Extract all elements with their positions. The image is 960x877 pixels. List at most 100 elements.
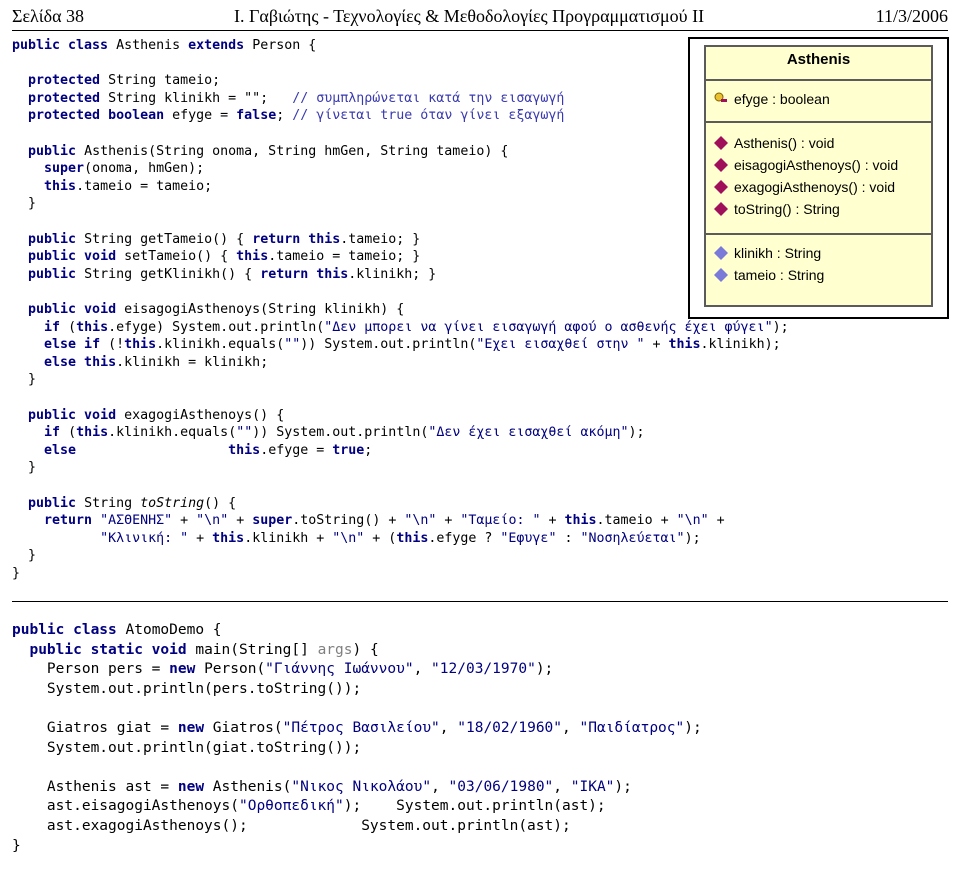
code-line: else this.klinikh = klinikh; xyxy=(12,355,268,373)
code-token: System.out.println(giat.toString()); xyxy=(12,739,362,756)
code-token: new xyxy=(169,661,205,678)
code-token: "Γιάννης Ιωάννου" xyxy=(265,661,414,678)
code-token: (! xyxy=(108,337,125,353)
code-line: else if (!this.klinikh.equals("")) Syste… xyxy=(12,337,781,355)
code-token: + xyxy=(708,513,725,529)
code-token: .klinikh; } xyxy=(348,266,437,282)
code-token: + xyxy=(188,530,213,546)
code-token: ); xyxy=(684,720,702,736)
code-token: Person { xyxy=(252,38,317,53)
code-token: ); System.out.println(ast); xyxy=(343,798,606,815)
code-token: AtomoDemo { xyxy=(125,622,222,638)
code-line: Asthenis ast = new Asthenis("Νικος Νικολ… xyxy=(12,779,632,797)
code-token: new xyxy=(177,720,213,736)
code-token: "ΙΚΑ" xyxy=(570,778,615,795)
code-token: ); xyxy=(535,661,554,678)
code-line: } xyxy=(12,460,36,478)
code-line: protected boolean efyge = false; // γίνε… xyxy=(12,108,564,126)
code-token: + xyxy=(540,513,565,529)
code-token: Asthenis( xyxy=(212,778,292,795)
code-line: protected String tameio; xyxy=(12,73,220,91)
code-token: "Εχει εισαχθεί στην " xyxy=(476,337,645,353)
code-token: .klinikh.equals( xyxy=(156,337,285,353)
code-token: return this xyxy=(252,231,341,247)
uml-attr-label: tameio : String xyxy=(734,267,825,283)
code-token: Asthenis xyxy=(116,38,189,53)
code-line: ast.exagogiAsthenoys(); System.out.print… xyxy=(12,818,571,836)
code-token: ( xyxy=(68,319,77,335)
code-token: ) { xyxy=(352,641,379,658)
code-line: System.out.println(pers.toString()); xyxy=(12,681,361,699)
code-line: public void setTameio() { this.tameio = … xyxy=(12,249,420,267)
code-line: } xyxy=(12,838,21,856)
code-token: else this xyxy=(44,354,117,370)
code-token: + xyxy=(228,513,253,529)
code-token: public xyxy=(28,231,85,247)
code-token: .efyge ? xyxy=(428,530,501,546)
code-line: if (this.klinikh.equals("")) System.out.… xyxy=(12,425,645,443)
uml-method-tostring: toString() : String xyxy=(714,201,840,221)
code-token: public class xyxy=(12,622,126,638)
code-token: "" xyxy=(236,425,253,441)
code-token: "\n" xyxy=(196,513,229,529)
code-token: this xyxy=(76,319,109,335)
code-token: Person pers = xyxy=(12,661,170,678)
code-token: + ( xyxy=(364,530,397,546)
uml-attr-label: klinikh : String xyxy=(734,245,822,261)
code-line: ast.eisagogiAsthenoys("Ορθοπεδική"); Sys… xyxy=(12,798,606,816)
uml-attr-label: efyge : boolean xyxy=(734,91,830,107)
code-line: public String getTameio() { return this.… xyxy=(12,232,420,250)
code-line: protected String klinikh = ""; // συμπλη… xyxy=(12,91,564,109)
uml-class-name: Asthenis xyxy=(706,47,931,81)
code-line: return "ΑΣΘΕΝΗΣ" + "\n" + super.toString… xyxy=(12,513,725,531)
code-token: super xyxy=(44,161,85,177)
code-line: public void exagogiAsthenoys() { xyxy=(12,408,284,426)
code-line: } xyxy=(12,372,36,390)
code-line: Person pers = new Person("Γιάννης Ιωάννο… xyxy=(12,661,553,679)
code-token: .tameio = tameio; xyxy=(76,178,213,194)
code-token: "Δεν έχει εισαχθεί ακόμη" xyxy=(428,425,629,441)
code-token: ; xyxy=(276,108,293,124)
code-token: public void xyxy=(28,249,125,265)
code-line: public Asthenis(String onoma, String hmG… xyxy=(12,144,508,162)
method-diamond-icon xyxy=(714,136,728,150)
code-token: else this xyxy=(44,442,261,458)
uml-method-label: toString() : String xyxy=(734,201,840,217)
code-token: ); xyxy=(628,425,645,441)
code-token: ); xyxy=(772,319,789,335)
code-token: + xyxy=(172,513,197,529)
uml-attributes-top: efyge : boolean xyxy=(706,81,931,123)
uml-method-label: exagogiAsthenoys() : void xyxy=(734,179,896,195)
code-token: )) System.out.println( xyxy=(300,337,477,353)
code-token: "Εφυγε" xyxy=(500,530,557,546)
page-header: Σελίδα 38 Ι. Γαβιώτης - Τεχνολογίες & Με… xyxy=(12,4,948,31)
code-token: , xyxy=(439,720,458,736)
code-token: "" xyxy=(284,337,301,353)
code-token: if xyxy=(44,425,69,441)
code-token: return this xyxy=(260,266,349,282)
code-token: Person( xyxy=(204,661,266,678)
code-token: .klinikh = klinikh; xyxy=(116,354,269,370)
code-token: Giatros( xyxy=(212,720,283,736)
method-diamond-icon xyxy=(714,180,728,194)
code-token: "Πέτρος Βασιλείου" xyxy=(282,720,440,736)
uml-method-asthenis: Asthenis() : void xyxy=(714,135,834,155)
code-token: () { xyxy=(204,495,237,511)
code-token: } xyxy=(12,372,37,388)
code-line: } xyxy=(12,548,36,566)
code-token: true xyxy=(332,442,365,458)
code-token: } xyxy=(12,196,37,212)
uml-methods: Asthenis() : void eisagogiAsthenoys() : … xyxy=(706,123,931,235)
code-token: ast.exagogiAsthenoys(); System.out.print… xyxy=(12,818,571,834)
code-token: extends xyxy=(188,38,253,53)
